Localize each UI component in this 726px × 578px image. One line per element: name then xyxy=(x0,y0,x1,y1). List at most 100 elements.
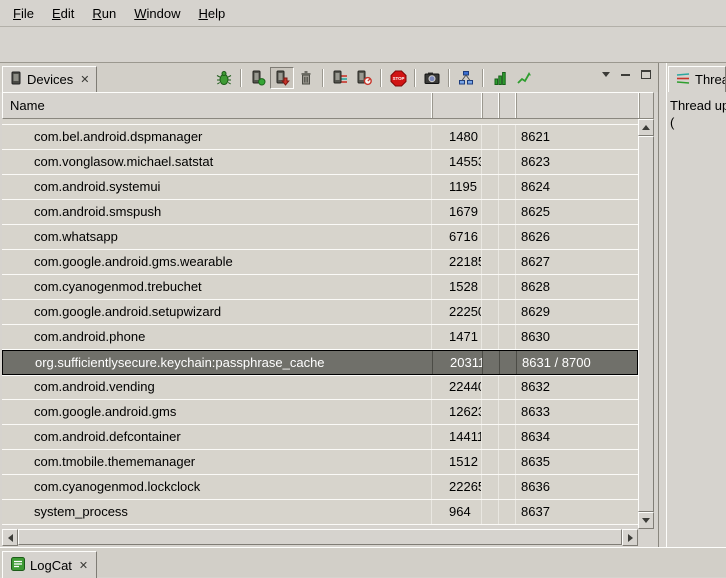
table-row[interactable]: system_process 964 8637 xyxy=(2,500,638,525)
process-name: com.android.smspush xyxy=(2,200,432,224)
process-pid: 6716 xyxy=(432,225,482,249)
process-name: com.cyanogenmod.trebuchet xyxy=(2,275,432,299)
stop-process-icon[interactable]: STOP xyxy=(386,67,410,89)
process-port: 8626 xyxy=(516,225,638,249)
maximize-icon[interactable] xyxy=(641,70,651,79)
view-hierarchy-icon[interactable] xyxy=(454,67,478,89)
scroll-up-button[interactable] xyxy=(638,119,654,136)
process-name: com.android.systemui xyxy=(2,175,432,199)
process-port: 8634 xyxy=(516,425,638,449)
table-row[interactable]: com.cyanogenmod.trebuchet 1528 8628 xyxy=(2,275,638,300)
column-header-threads[interactable] xyxy=(500,93,517,118)
process-pid: 14553 xyxy=(432,150,482,174)
table-row[interactable]: com.android.smspush 1679 8625 xyxy=(2,200,638,225)
threads-message-line1: Thread up xyxy=(670,97,723,114)
process-port: 8629 xyxy=(516,300,638,324)
table-row[interactable]: com.tmobile.thememanager 1512 8635 xyxy=(2,450,638,475)
menu-run[interactable]: Run xyxy=(83,2,125,25)
process-heap-cell xyxy=(482,500,499,524)
table-row[interactable]: com.android.phone 1471 8630 xyxy=(2,325,638,350)
application-window: { "menu": { "items": [ { "label": "File"… xyxy=(0,0,726,577)
process-heap-cell xyxy=(482,125,499,149)
menu-file[interactable]: File xyxy=(4,2,43,25)
table-row[interactable]: com.google.android.gms.wearable 22185 86… xyxy=(2,250,638,275)
panel-sash[interactable] xyxy=(658,63,666,547)
process-name: com.whatsapp xyxy=(2,225,432,249)
table-row[interactable]: com.bel.android.dspmanager 1480 8621 xyxy=(2,125,638,150)
process-heap-cell xyxy=(482,325,499,349)
process-pid: 20311 xyxy=(433,351,483,374)
logcat-icon xyxy=(11,557,25,574)
table-row[interactable]: org.sufficientlysecure.keychain:passphra… xyxy=(2,350,638,375)
tab-logcat-close-icon[interactable]: ✕ xyxy=(77,559,88,572)
menu-help[interactable]: Help xyxy=(189,2,234,25)
threads-message-line2: ( xyxy=(670,114,723,131)
threads-message: Thread up ( xyxy=(667,92,726,136)
process-pid: 14411 xyxy=(432,425,482,449)
process-pid: 1679 xyxy=(432,200,482,224)
process-pid: 22440 xyxy=(432,375,482,399)
tab-devices[interactable]: Devices ✕ xyxy=(2,66,97,92)
process-port: 8630 xyxy=(516,325,638,349)
table-row[interactable]: com.android.systemui 1195 8624 xyxy=(2,175,638,200)
column-header-port[interactable] xyxy=(517,93,640,118)
tab-logcat[interactable]: LogCat ✕ xyxy=(2,551,97,578)
arrow-up-icon xyxy=(642,125,650,130)
minimize-icon[interactable] xyxy=(621,74,630,76)
horizontal-scrollbar xyxy=(2,529,638,545)
table-row[interactable]: com.google.android.setupwizard 22250 862… xyxy=(2,300,638,325)
cause-gc-icon[interactable] xyxy=(294,67,318,89)
process-heap-cell xyxy=(482,175,499,199)
process-heap-cell xyxy=(482,425,499,449)
menu-window[interactable]: Window xyxy=(125,2,189,25)
network-stats-icon[interactable] xyxy=(512,67,536,89)
devices-panel-buttons xyxy=(602,70,651,79)
column-header-pid[interactable] xyxy=(433,93,483,118)
process-name: system_process xyxy=(2,500,432,524)
devices-panel-header: Devices ✕ xyxy=(0,63,658,92)
table-row[interactable]: com.whatsapp 6716 8626 xyxy=(2,225,638,250)
process-name: com.android.vending xyxy=(2,375,432,399)
scrollbar-corner xyxy=(638,529,654,545)
table-row[interactable]: com.vonglasow.michael.satstat 14553 8623 xyxy=(2,150,638,175)
screen-capture-icon[interactable] xyxy=(420,67,444,89)
horizontal-scrollbar-thumb[interactable] xyxy=(18,529,622,545)
process-name: com.google.android.gms.wearable xyxy=(2,250,432,274)
table-row[interactable]: com.android.defcontainer 14411 8634 xyxy=(2,425,638,450)
process-port: 8627 xyxy=(516,250,638,274)
process-port: 8631 / 8700 xyxy=(517,351,637,374)
table-row[interactable]: com.android.vending 22440 8632 xyxy=(2,375,638,400)
process-pid: 22250 xyxy=(432,300,482,324)
column-header-name[interactable]: Name xyxy=(3,93,433,118)
column-header-pad xyxy=(640,93,653,118)
process-heap-cell xyxy=(482,250,499,274)
tab-devices-close-icon[interactable]: ✕ xyxy=(78,73,89,86)
svg-text:STOP: STOP xyxy=(392,76,404,81)
tab-threads[interactable]: Threads xyxy=(668,66,726,92)
process-pid: 22265 xyxy=(432,475,482,499)
threads-panel-header: Threads xyxy=(667,63,726,92)
process-port: 8636 xyxy=(516,475,638,499)
column-header-heap[interactable] xyxy=(483,93,500,118)
process-pid: 1471 xyxy=(432,325,482,349)
process-name: org.sufficientlysecure.keychain:passphra… xyxy=(3,351,433,374)
stats-bars-icon[interactable] xyxy=(488,67,512,89)
table-row[interactable]: com.cyanogenmod.lockclock 22265 8636 xyxy=(2,475,638,500)
process-threads-cell xyxy=(499,250,516,274)
start-method-profiling-icon[interactable] xyxy=(352,67,376,89)
table-row[interactable]: com.google.android.gms 12623 8633 xyxy=(2,400,638,425)
process-threads-cell xyxy=(499,325,516,349)
debug-icon[interactable] xyxy=(212,67,236,89)
dump-hprof-icon[interactable] xyxy=(270,67,294,89)
view-menu-icon[interactable] xyxy=(602,72,610,77)
vertical-scrollbar xyxy=(638,119,654,529)
menu-edit[interactable]: Edit xyxy=(43,2,83,25)
update-threads-icon[interactable] xyxy=(328,67,352,89)
scroll-left-button[interactable] xyxy=(2,529,18,546)
process-threads-cell xyxy=(499,225,516,249)
scroll-right-button[interactable] xyxy=(622,529,638,546)
scroll-down-button[interactable] xyxy=(638,512,654,529)
update-heap-icon[interactable] xyxy=(246,67,270,89)
vertical-scrollbar-thumb[interactable] xyxy=(638,136,654,512)
process-name: com.vonglasow.michael.satstat xyxy=(2,150,432,174)
